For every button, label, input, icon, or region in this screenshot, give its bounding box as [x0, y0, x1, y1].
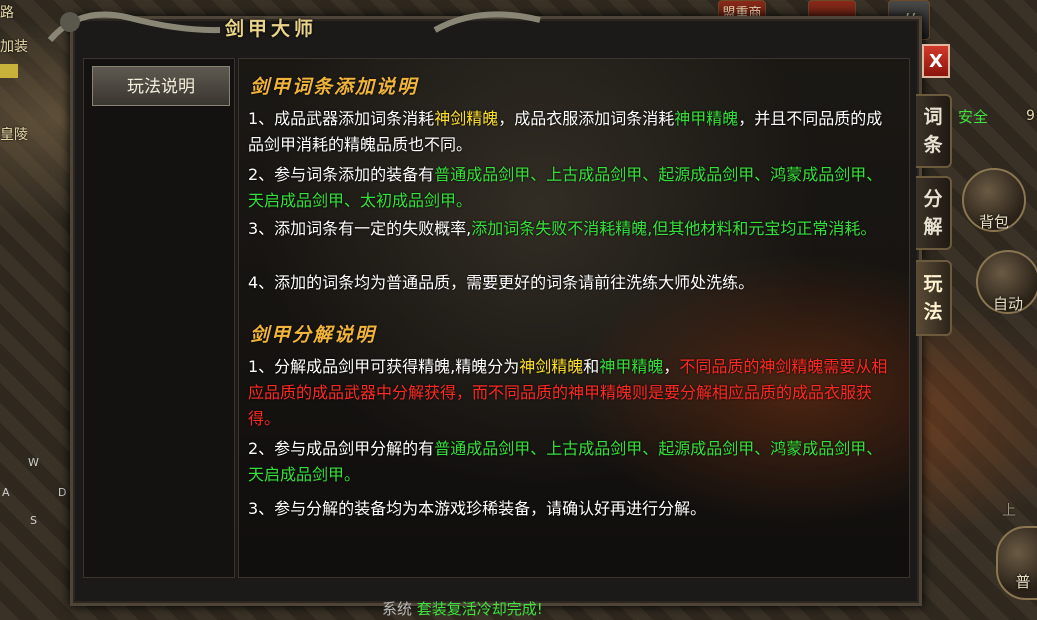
menu-panel [83, 58, 235, 578]
tab-gameplay[interactable]: 玩 法 [916, 260, 952, 336]
hud-route-text: 路 [0, 5, 14, 21]
bag-button[interactable]: 背包 [962, 168, 1026, 232]
text-span: 1、分解成品剑甲可获得精魄,精魄分为 [248, 357, 520, 376]
system-message-text: 套装复活冷却完成! [416, 600, 543, 618]
tab-decompose-char2: 解 [923, 216, 943, 238]
dialog-title: 剑甲大师 [225, 18, 318, 40]
tab-gameplay-char2: 法 [923, 301, 943, 323]
text-span: 和 [583, 357, 600, 376]
text-span: 神剑精魄 [519, 357, 584, 376]
compass-s: S [30, 514, 37, 527]
auto-battle-label: 自动 [992, 295, 1023, 313]
text-span: 3、添加词条有一定的失败概率, [248, 219, 472, 238]
text-span: 神甲精魄 [674, 109, 739, 128]
affix-paragraph-2: 2、参与词条添加的装备有普通成品剑甲、上古成品剑甲、起源成品剑甲、鸿蒙成品剑甲、… [248, 162, 888, 214]
text-span: 神剑精魄 [434, 109, 499, 128]
bag-button-label: 背包 [978, 213, 1009, 231]
tab-affix-char2: 条 [923, 134, 943, 156]
system-message-tag: 系统 [382, 600, 413, 618]
affix-paragraph-1: 1、成品武器添加词条消耗神剑精魄，成品衣服添加词条消耗神甲精魄，并且不同品质的成… [248, 106, 888, 158]
text-span: 添加词条失败不消耗精魄,但其他材料和元宝均正常消耗。 [471, 219, 877, 238]
compass-d: D [58, 486, 67, 499]
section-title-decompose: 剑甲分解说明 [250, 324, 377, 346]
compass-a: A [2, 486, 10, 499]
tab-affix[interactable]: 词 条 [916, 94, 952, 168]
tab-decompose[interactable]: 分 解 [916, 176, 952, 250]
system-message: 系统 套装复活冷却完成! [382, 598, 543, 619]
text-span: 2、参与成品剑甲分解的有 [248, 439, 435, 458]
safety-zone-text: 安全 [958, 108, 989, 126]
dragon-ornament-right-icon [433, 11, 541, 33]
dragon-ornament-left-icon [47, 11, 221, 42]
affix-paragraph-4: 4、添加的词条均为普通品质，需要更好的词条请前往洗练大师处洗练。 [248, 270, 888, 296]
decompose-paragraph-1: 1、分解成品剑甲可获得精魄,精魄分为神剑精魄和神甲精魄，不同品质的神剑精魄需要从… [248, 354, 888, 432]
auto-battle-button[interactable]: 自动 [976, 250, 1037, 314]
section-title-affix: 剑甲词条添加说明 [250, 76, 419, 98]
hud-partial-label: 上 [1002, 503, 1016, 519]
skill-button-label: 普 [1015, 573, 1031, 591]
decompose-paragraph-2: 2、参与成品剑甲分解的有普通成品剑甲、上古成品剑甲、起源成品剑甲、鸿蒙成品剑甲、… [248, 436, 888, 488]
safety-number: 9 [1026, 108, 1035, 124]
text-span: ， [663, 357, 680, 376]
skill-button[interactable]: 普 [996, 526, 1037, 600]
text-span: ，成品衣服添加词条消耗 [498, 109, 675, 128]
text-span: 4、添加的词条均为普通品质，需要更好的词条请前往洗练大师处洗练。 [248, 273, 755, 292]
compass-w: W [28, 456, 39, 469]
tab-affix-char1: 词 [923, 106, 943, 128]
close-button[interactable]: X [922, 44, 950, 78]
text-span: 1、成品武器添加词条消耗 [248, 109, 435, 128]
hud-equip-text[interactable]: 加装 [0, 36, 28, 56]
text-span: 3、参与分解的装备均为本游戏珍稀装备，请确认好再进行分解。 [248, 499, 707, 518]
text-span: 神甲精魄 [599, 357, 664, 376]
menu-item-gameplay-instructions[interactable]: 玩法说明 [92, 66, 230, 106]
tab-gameplay-char1: 玩 [923, 273, 943, 295]
tab-decompose-char1: 分 [923, 188, 943, 210]
affix-paragraph-3: 3、添加词条有一定的失败概率,添加词条失败不消耗精魄,但其他材料和元宝均正常消耗… [248, 216, 888, 242]
decompose-paragraph-3: 3、参与分解的装备均为本游戏珍稀装备，请确认好再进行分解。 [248, 496, 888, 522]
location-name: 皇陵 [0, 127, 28, 143]
text-span: 2、参与词条添加的装备有 [248, 165, 435, 184]
hud-yellow-bar [0, 64, 18, 78]
